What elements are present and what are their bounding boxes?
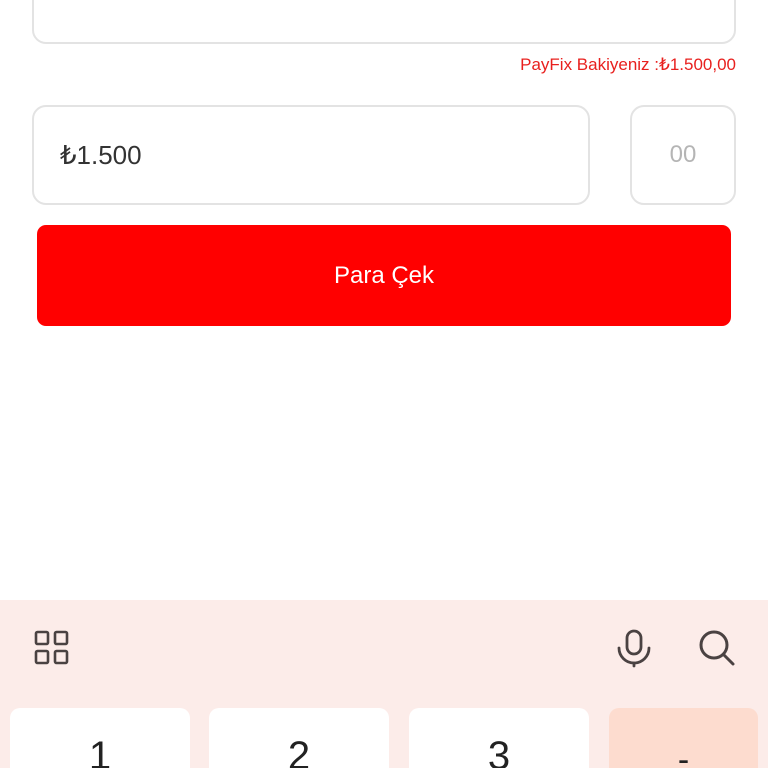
amount-input[interactable] — [32, 105, 590, 205]
key-minus[interactable]: - — [609, 708, 758, 768]
top-input-field[interactable] — [32, 0, 736, 44]
grid-icon[interactable] — [34, 630, 70, 666]
key-2[interactable]: 2 — [209, 708, 389, 768]
numeric-keyboard: 1 2 3 - — [0, 600, 768, 768]
microphone-icon[interactable] — [614, 628, 654, 668]
withdraw-screen: PayFix Bakiyeniz :₺1.500,00 Para Çek 1 2… — [0, 0, 768, 768]
decimal-input[interactable] — [630, 105, 736, 205]
payfix-balance-label: PayFix Bakiyeniz :₺1.500,00 — [520, 55, 736, 74]
key-3[interactable]: 3 — [409, 708, 589, 768]
withdraw-button[interactable]: Para Çek — [37, 225, 731, 326]
key-1[interactable]: 1 — [10, 708, 190, 768]
search-icon[interactable] — [697, 628, 737, 668]
